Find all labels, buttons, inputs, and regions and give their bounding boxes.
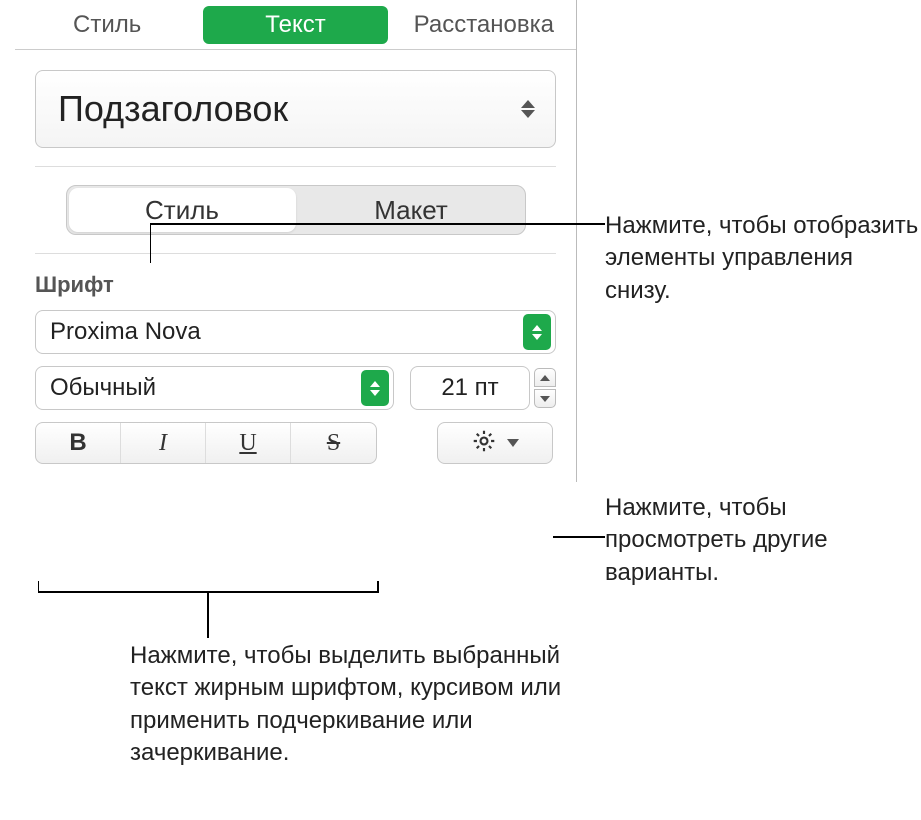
top-tabs: Стиль Текст Расстановка [15,0,576,50]
callout-show-controls: Нажмите, чтобы отобразить элементы управ… [605,210,921,307]
font-size-value: 21 пт [441,374,498,402]
select-indicator-icon [361,370,389,406]
segmented-control: Стиль Макет [66,185,526,235]
tab-style[interactable]: Стиль [15,0,199,49]
font-family-value: Proxima Nova [50,318,201,346]
font-section-label: Шрифт [35,272,556,298]
underline-button[interactable]: U [206,423,291,463]
font-size-stepper [534,368,556,408]
font-weight-value: Обычный [50,374,156,402]
stepper-up[interactable] [534,368,556,387]
strikethrough-button[interactable]: S [291,423,376,463]
divider [35,253,556,254]
font-family-select[interactable]: Proxima Nova [35,310,556,354]
tab-arrangement[interactable]: Расстановка [392,0,576,49]
italic-button[interactable]: I [121,423,206,463]
paragraph-style-dropdown[interactable]: Подзаголовок [35,70,556,148]
select-indicator-icon [523,314,551,350]
advanced-options-button[interactable] [437,422,553,464]
tab-text[interactable]: Текст [203,6,387,44]
divider [35,166,556,167]
text-format-group: B I U S [35,422,377,464]
stepper-down[interactable] [534,389,556,408]
callout-text-format: Нажмите, чтобы выделить выбранный текст … [130,640,570,770]
font-size-field[interactable]: 21 пт [410,366,530,410]
seg-layout[interactable]: Макет [298,186,525,234]
seg-style[interactable]: Стиль [69,188,296,232]
inspector-panel: Стиль Текст Расстановка Подзаголовок Сти… [15,0,577,482]
chevron-updown-icon [521,100,535,118]
chevron-down-icon [507,439,519,447]
gear-icon [471,428,497,459]
bold-button[interactable]: B [36,423,121,463]
font-weight-select[interactable]: Обычный [35,366,394,410]
callout-more-options: Нажмите, чтобы просмотреть другие вариан… [605,492,885,589]
paragraph-style-label: Подзаголовок [58,88,288,130]
